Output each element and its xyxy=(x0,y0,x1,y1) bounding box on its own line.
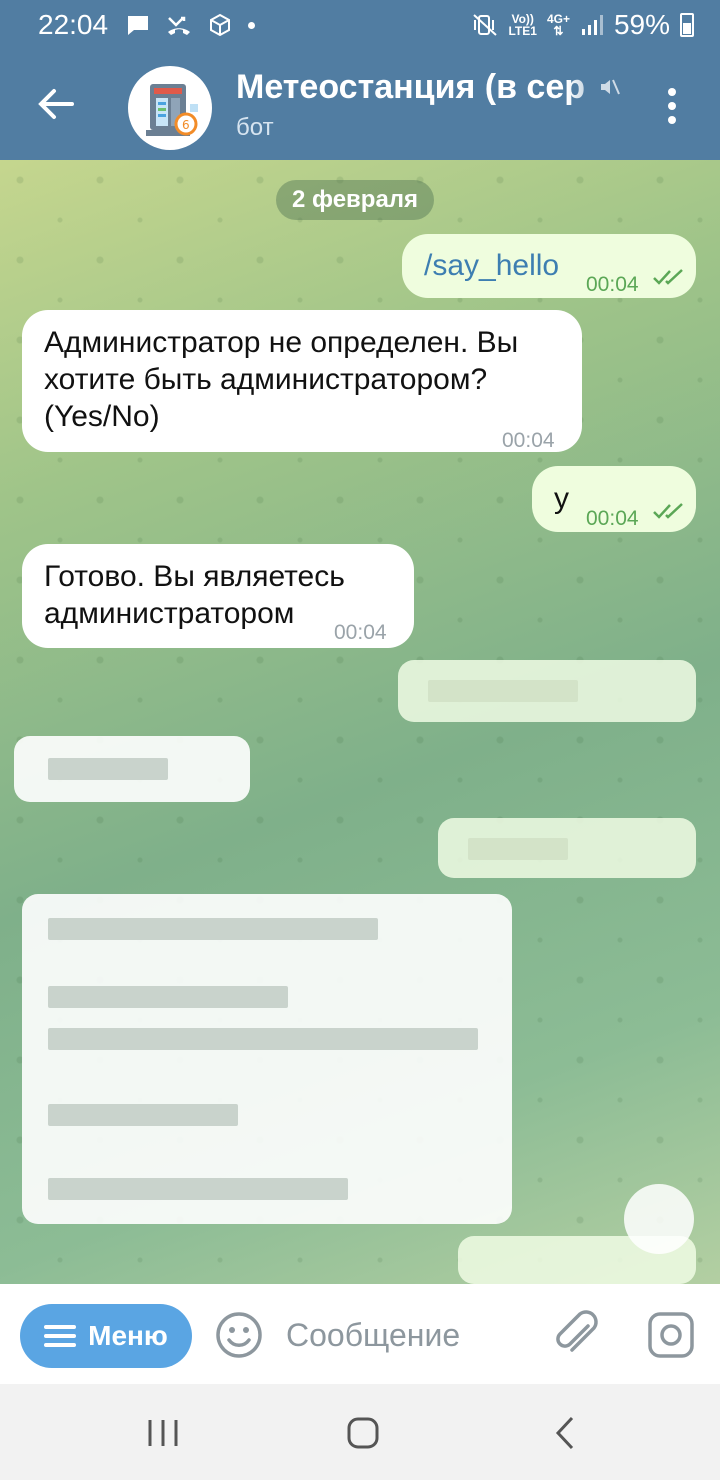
home-icon[interactable] xyxy=(346,1416,380,1450)
vibrate-mute-icon xyxy=(473,14,498,36)
camera-icon[interactable] xyxy=(646,1310,696,1360)
more-vert-icon[interactable] xyxy=(660,86,684,126)
svg-text:6: 6 xyxy=(182,118,190,132)
battery-icon xyxy=(680,13,694,37)
chat-subtitle: бот xyxy=(236,114,274,141)
chat-title[interactable]: Метеостанция (в сер xyxy=(236,68,626,107)
recents-icon[interactable] xyxy=(146,1418,180,1448)
notification-icons xyxy=(126,13,256,37)
arrow-left-icon[interactable] xyxy=(32,80,80,128)
message-outgoing[interactable]: y 00:04 xyxy=(532,466,696,532)
paperclip-icon[interactable] xyxy=(552,1308,602,1362)
battery-percent: 59% xyxy=(613,9,670,40)
message-input-bar: Меню xyxy=(0,1284,720,1384)
date-divider: 2 февраля xyxy=(276,180,435,220)
scroll-down-button[interactable] xyxy=(624,1184,694,1254)
message-time: 00:04 xyxy=(586,507,639,530)
more-notifications-dot xyxy=(248,21,256,29)
redacted-message xyxy=(398,660,696,722)
volte-indicator: Vo)) LTE1 xyxy=(508,13,536,37)
system-nav-bar xyxy=(0,1384,720,1480)
chat-area[interactable]: 2 февраля /say_hello 00:04 Администратор… xyxy=(0,160,720,1284)
chat-header: 6 Метеостанция (в сер бот xyxy=(0,50,720,160)
mute-icon xyxy=(601,79,620,95)
message-time: 00:04 xyxy=(586,273,639,296)
missed-call-icon xyxy=(168,16,191,35)
double-check-icon xyxy=(653,503,683,519)
redacted-message xyxy=(22,894,512,1224)
menu-icon xyxy=(44,1325,77,1347)
message-time: 00:04 xyxy=(334,621,387,644)
bot-menu-button[interactable]: Меню xyxy=(20,1304,192,1368)
data-arrows-icon: ⇅ xyxy=(553,24,564,38)
lte-label: LTE1 xyxy=(508,24,537,38)
avatar[interactable]: 6 xyxy=(128,66,212,150)
package-icon xyxy=(210,13,231,37)
message-time: 00:04 xyxy=(502,429,555,452)
menu-button-label: Меню xyxy=(88,1320,168,1351)
weather-station-icon: 6 xyxy=(146,84,198,136)
signal-icon xyxy=(581,15,603,35)
redacted-message xyxy=(438,818,696,878)
message-text[interactable]: Администратор не определен. Вы хотите бы… xyxy=(44,324,564,435)
message-incoming[interactable]: Готово. Вы являетесь администратором 00:… xyxy=(22,544,414,648)
message-text[interactable]: /say_hello xyxy=(424,247,559,284)
system-icons: Vo)) LTE1 4G+ ⇅ 59% xyxy=(472,9,694,41)
message-outgoing[interactable]: /say_hello 00:04 xyxy=(402,234,696,298)
emoji-icon[interactable] xyxy=(214,1310,264,1360)
status-time: 22:04 xyxy=(38,9,109,40)
back-icon[interactable] xyxy=(550,1414,580,1452)
message-text[interactable]: y xyxy=(554,480,569,517)
redacted-message xyxy=(14,736,250,802)
message-incoming[interactable]: Администратор не определен. Вы хотите бы… xyxy=(22,310,582,452)
message-icon xyxy=(128,16,149,35)
double-check-icon xyxy=(653,269,683,285)
status-bar: 22:04 Vo)) LTE1 4G+ ⇅ 59% xyxy=(0,0,720,50)
data-indicator: 4G+ ⇅ xyxy=(547,13,570,37)
message-input[interactable] xyxy=(286,1314,536,1356)
